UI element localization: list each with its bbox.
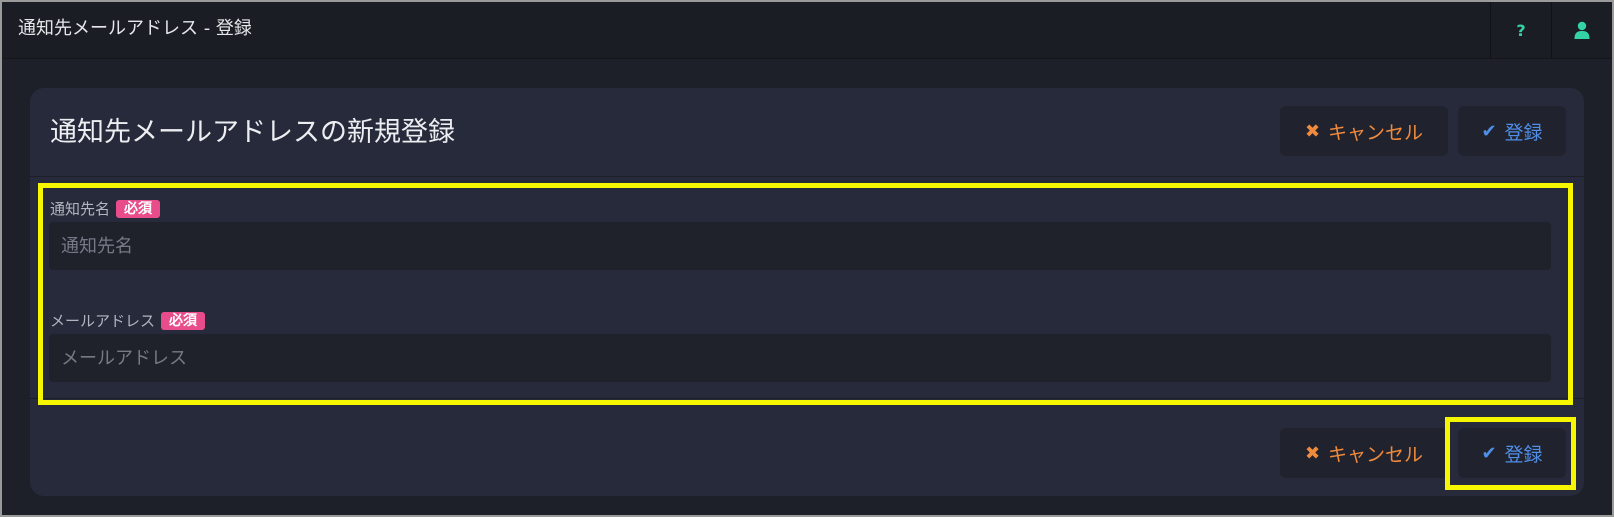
footer-save-button-label: 登録: [1504, 443, 1543, 466]
footer-save-button[interactable]: ✔ 登録: [1458, 428, 1566, 478]
card-header: 通知先メールアドレスの新規登録 ✖ キャンセル ✔ 登録: [30, 88, 1584, 177]
email-label-text: メールアドレス: [50, 312, 156, 330]
required-badge: 必須: [161, 312, 206, 330]
footer-cancel-button[interactable]: ✖ キャンセル: [1280, 428, 1448, 478]
question-mark-icon: ?: [1516, 20, 1526, 40]
cancel-button-label: キャンセル: [1328, 121, 1424, 144]
x-icon: ✖: [1304, 442, 1321, 464]
x-icon: ✖: [1304, 120, 1321, 142]
notification-name-label: 通知先名 必須: [50, 200, 161, 218]
notification-name-input[interactable]: [49, 222, 1551, 270]
window-title: 通知先メールアドレス - 登録: [18, 18, 252, 39]
cancel-button[interactable]: ✖ キャンセル: [1280, 106, 1448, 156]
save-button-label: 登録: [1504, 121, 1543, 144]
top-bar: 通知先メールアドレス - 登録 ?: [2, 2, 1612, 59]
notification-name-label-text: 通知先名: [50, 200, 111, 218]
help-button[interactable]: ?: [1490, 2, 1551, 58]
required-badge: 必須: [116, 200, 161, 218]
user-button[interactable]: [1551, 2, 1612, 58]
page-title: 通知先メールアドレスの新規登録: [50, 117, 455, 148]
footer-cancel-button-label: キャンセル: [1328, 443, 1424, 466]
save-button[interactable]: ✔ 登録: [1458, 106, 1566, 156]
email-input[interactable]: [49, 334, 1551, 382]
checkmark-icon: ✔: [1481, 442, 1497, 464]
form-divider: [30, 398, 1584, 399]
registration-card: 通知先メールアドレスの新規登録 ✖ キャンセル ✔ 登録 通知先名 必須 メール…: [30, 88, 1584, 496]
checkmark-icon: ✔: [1481, 120, 1497, 142]
email-label: メールアドレス 必須: [50, 312, 206, 330]
user-icon: [1574, 21, 1590, 39]
app-window: 通知先メールアドレス - 登録 ? 通知先メールアドレスの新規登録 ✖ キャンセ…: [0, 0, 1614, 517]
